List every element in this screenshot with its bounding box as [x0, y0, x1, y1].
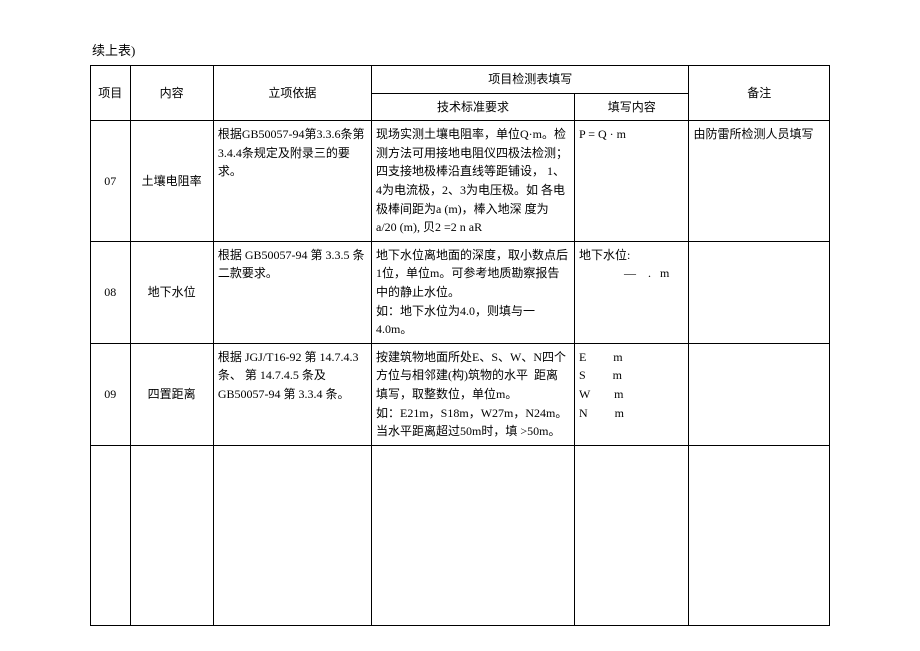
cell-project: 09: [91, 343, 131, 445]
cell-tech: 按建筑物地面所处E、S、W、N四个方位与相邻建(构)筑物的水平 距离填写，取整数…: [372, 343, 575, 445]
cell-basis: 根据 JGJ/T16-92 第 14.7.4.3条、 第 14.7.4.5 条及…: [213, 343, 371, 445]
filler-cell: [372, 445, 575, 625]
table-row: 07 土壤电阻率 根据GB50057-94第3.3.6条第 3.4.4条规定及附…: [91, 121, 830, 242]
cell-fill: E m S m W m N m: [574, 343, 689, 445]
cell-content: 土壤电阻率: [130, 121, 213, 242]
standards-table: 项目 内容 立项依据 项目检测表填写 备注 技术标准要求 填写内容 07 土壤电…: [90, 65, 830, 626]
header-tech-standard: 技术标准要求: [372, 93, 575, 121]
cell-remark: 由防雷所检测人员填写: [689, 121, 830, 242]
filler-cell: [689, 445, 830, 625]
cell-tech: 现场实测土壤电阻率，单位Q·m。检测方法可用接地电阻仪四极法检测；四支接地极棒沿…: [372, 121, 575, 242]
filler-cell: [213, 445, 371, 625]
cell-basis: 根据 GB50057-94 第 3.3.5 条二款要求。: [213, 241, 371, 343]
filler-cell: [130, 445, 213, 625]
cell-project: 08: [91, 241, 131, 343]
cell-project: 07: [91, 121, 131, 242]
filler-cell: [91, 445, 131, 625]
table-filler-row: [91, 445, 830, 625]
cell-content: 地下水位: [130, 241, 213, 343]
header-basis: 立项依据: [213, 66, 371, 121]
table-row: 08 地下水位 根据 GB50057-94 第 3.3.5 条二款要求。 地下水…: [91, 241, 830, 343]
cell-fill: 地下水位: — . m: [574, 241, 689, 343]
table-row: 09 四置距离 根据 JGJ/T16-92 第 14.7.4.3条、 第 14.…: [91, 343, 830, 445]
cell-fill: P = Q · m: [574, 121, 689, 242]
header-remark: 备注: [689, 66, 830, 121]
header-measurement-group: 项目检测表填写: [372, 66, 689, 94]
cell-tech: 地下水位离地面的深度，取小数点后1位，单位m。可参考地质勘察报告中的静止水位。 …: [372, 241, 575, 343]
cell-content: 四置距离: [130, 343, 213, 445]
header-fill-content: 填写内容: [574, 93, 689, 121]
cell-basis: 根据GB50057-94第3.3.6条第 3.4.4条规定及附录三的要求。: [213, 121, 371, 242]
cell-remark: [689, 343, 830, 445]
cell-remark: [689, 241, 830, 343]
header-project: 项目: [91, 66, 131, 121]
table-caption: 续上表): [92, 40, 830, 59]
header-content: 内容: [130, 66, 213, 121]
filler-cell: [574, 445, 689, 625]
